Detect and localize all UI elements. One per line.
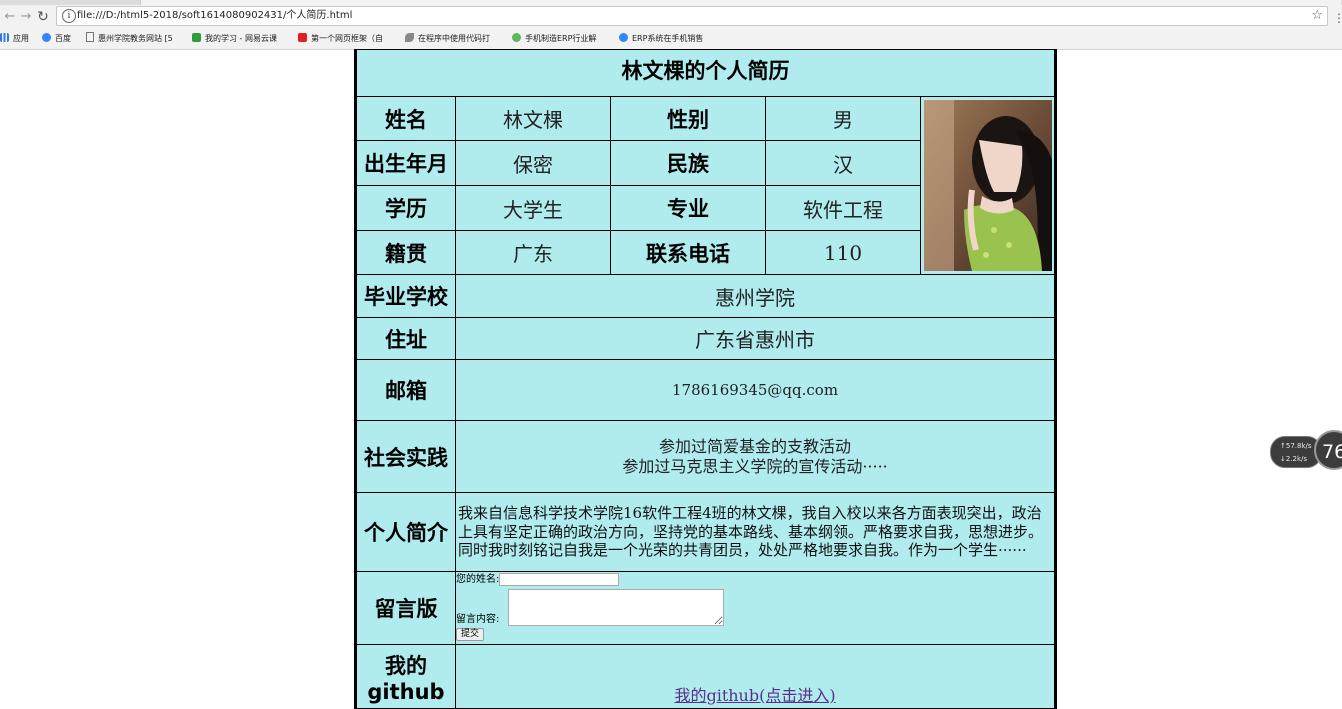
baidu-paw-icon bbox=[619, 33, 628, 42]
message-label: 留言版 bbox=[355, 571, 456, 645]
github-link[interactable]: 我的github(点击进入) bbox=[674, 686, 835, 705]
address-bar[interactable]: i file:///D:/html5-2018/soft161408090243… bbox=[56, 6, 1328, 26]
bookmark-code[interactable]: 在程序中使用代码打 bbox=[405, 32, 490, 46]
apps-grid-icon bbox=[0, 33, 9, 42]
name-value: 林文棵 bbox=[455, 96, 611, 141]
submit-button[interactable]: 提交 bbox=[456, 628, 485, 641]
bookmark-label: ERP系统在手机销售 bbox=[632, 34, 704, 43]
speed-percent-badge[interactable]: 76 bbox=[1314, 430, 1342, 470]
hometown-label: 籍贯 bbox=[355, 230, 456, 275]
birth-label: 出生年月 bbox=[355, 140, 456, 186]
bookmark-label: 应用 bbox=[13, 34, 29, 43]
reload-icon[interactable]: ↻ bbox=[35, 8, 51, 26]
github-label-line2: github bbox=[367, 679, 445, 704]
bookmark-apps[interactable]: 应用 bbox=[0, 32, 29, 46]
name-input[interactable] bbox=[499, 572, 620, 586]
upload-speed: ↑57.8k/s bbox=[1280, 442, 1312, 450]
hometown-value: 广东 bbox=[455, 230, 611, 275]
birth-value: 保密 bbox=[455, 140, 611, 186]
address-label: 住址 bbox=[355, 317, 456, 360]
bookmark-erp1[interactable]: 手机制造ERP行业解 bbox=[512, 32, 596, 46]
message-content-row: 留言内容: bbox=[456, 588, 1055, 626]
bookmark-label: 手机制造ERP行业解 bbox=[525, 34, 597, 43]
feather-icon bbox=[405, 33, 414, 42]
intro-value: 我来自信息科学技术学院16软件工程4班的林文棵，我自入校以来各方面表现突出，政治… bbox=[454, 492, 1057, 572]
bookmarks-bar: 应用 百度 惠州学院教务网站 [5 我的学习 - 网易云课 第一个网页框架（自 … bbox=[0, 29, 1342, 50]
major-label: 专业 bbox=[610, 185, 766, 231]
practice-value: 参加过简爱基金的支教活动 参加过马克思主义学院的宣传活动····· bbox=[454, 420, 1057, 493]
url-text[interactable]: file:///D:/html5-2018/soft1614080902431/… bbox=[77, 8, 352, 24]
netease-icon bbox=[192, 33, 201, 42]
address-value: 广东省惠州市 bbox=[454, 317, 1057, 360]
content-field-label: 留言内容: bbox=[456, 614, 500, 625]
bookmark-label: 惠州学院教务网站 [5 bbox=[98, 34, 173, 43]
gender-value: 男 bbox=[765, 96, 921, 141]
profile-photo bbox=[923, 100, 1052, 271]
download-speed: ↓2.2k/s bbox=[1280, 455, 1308, 463]
back-arrow-icon[interactable]: ← bbox=[2, 8, 18, 26]
c-logo-icon bbox=[298, 33, 307, 42]
intro-label: 个人简介 bbox=[355, 492, 456, 572]
bookmark-label: 在程序中使用代码打 bbox=[418, 34, 490, 43]
practice-line-1: 参加过简爱基金的支教活动 bbox=[659, 436, 852, 456]
practice-label: 社会实践 bbox=[355, 420, 456, 493]
resume-table: 林文棵的个人简历 姓名 林文棵 性别 男 出生年月 保密 民族 汉 学历 大学生… bbox=[354, 49, 1058, 709]
bookmark-erp2[interactable]: ERP系统在手机销售 bbox=[619, 32, 703, 46]
github-cell: 我的github(点击进入) bbox=[454, 644, 1057, 709]
resume-title: 林文棵的个人简历 bbox=[354, 49, 1057, 97]
education-label: 学历 bbox=[355, 185, 456, 231]
bookmark-star-icon[interactable]: ☆ bbox=[1311, 7, 1323, 25]
github-label: 我的 github bbox=[355, 644, 456, 709]
phone-label: 联系电话 bbox=[610, 230, 766, 275]
phone-value: 110 bbox=[765, 230, 921, 275]
ethnicity-label: 民族 bbox=[610, 140, 766, 186]
name-field-label: 您的姓名: bbox=[456, 574, 500, 585]
school-value: 惠州学院 bbox=[454, 274, 1057, 318]
github-label-line1: 我的 bbox=[385, 653, 427, 678]
gender-label: 性别 bbox=[610, 96, 766, 141]
name-label: 姓名 bbox=[355, 96, 456, 141]
bookmark-framework[interactable]: 第一个网页框架（自 bbox=[298, 32, 383, 46]
page-icon bbox=[86, 32, 94, 42]
leaf-icon bbox=[512, 33, 521, 42]
major-value: 软件工程 bbox=[765, 185, 921, 231]
message-name-row: 您的姓名: bbox=[456, 572, 1055, 589]
school-label: 毕业学校 bbox=[355, 274, 456, 318]
message-textarea[interactable] bbox=[508, 589, 724, 626]
bookmark-label: 我的学习 - 网易云课 bbox=[205, 34, 277, 43]
info-icon[interactable]: i bbox=[62, 9, 76, 23]
bookmark-label: 百度 bbox=[55, 34, 71, 43]
email-label: 邮箱 bbox=[355, 359, 456, 421]
photo-cell bbox=[919, 96, 1057, 275]
ethnicity-value: 汉 bbox=[765, 140, 921, 186]
practice-line-2: 参加过马克思主义学院的宣传活动····· bbox=[622, 456, 888, 476]
baidu-paw-icon bbox=[42, 33, 51, 42]
bookmark-baidu[interactable]: 百度 bbox=[42, 32, 71, 46]
bookmark-jiaowu[interactable]: 惠州学院教务网站 [5 bbox=[86, 32, 173, 46]
menu-dots-icon[interactable]: ⋮ bbox=[1333, 11, 1342, 25]
bookmark-study[interactable]: 我的学习 - 网易云课 bbox=[192, 32, 277, 46]
browser-toolbar: ← → ↻ i file:///D:/html5-2018/soft161408… bbox=[0, 5, 1342, 29]
forward-arrow-icon[interactable]: → bbox=[18, 8, 34, 26]
education-value: 大学生 bbox=[455, 185, 611, 231]
bookmark-label: 第一个网页框架（自 bbox=[311, 34, 383, 43]
email-value: 1786169345@qq.com bbox=[454, 359, 1057, 421]
message-form: 您的姓名: 留言内容: 提交 bbox=[454, 571, 1057, 645]
